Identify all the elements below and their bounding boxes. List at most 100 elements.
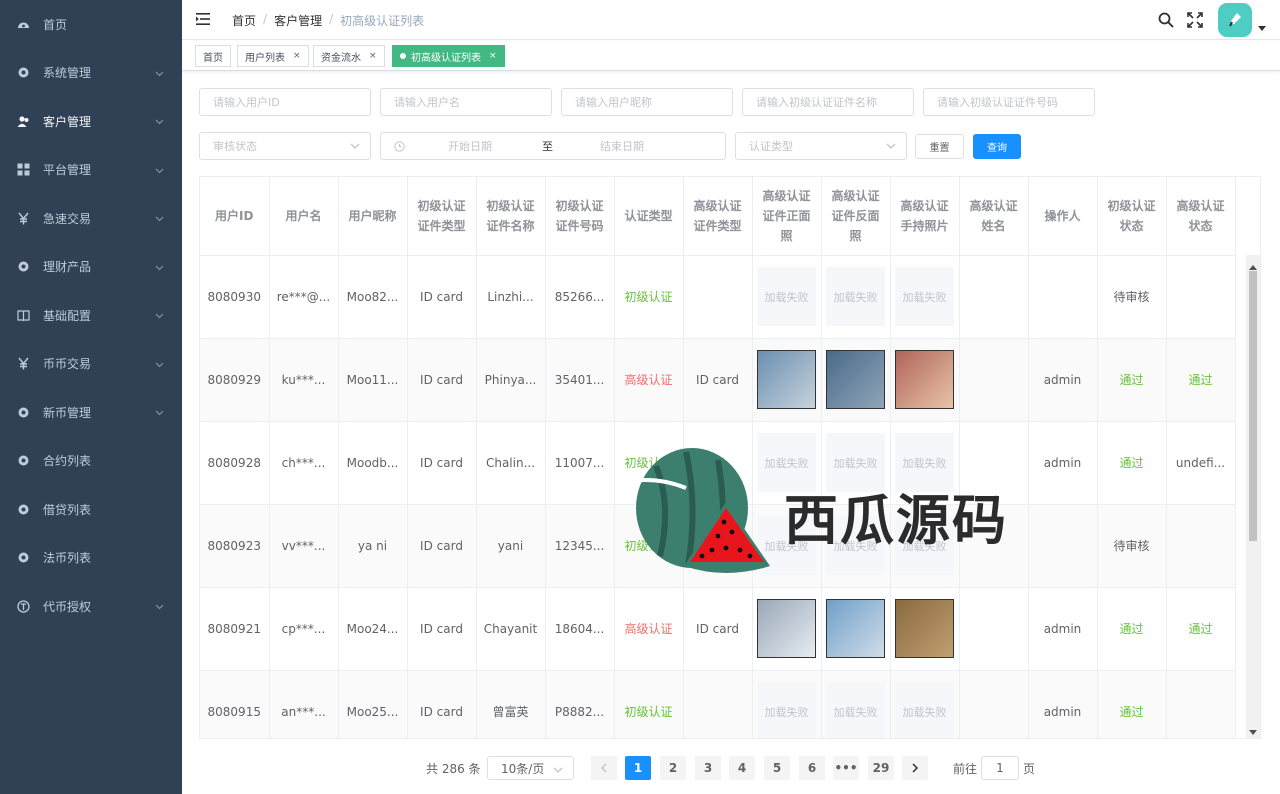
cell-operator (1028, 255, 1098, 339)
id-photo-image[interactable] (757, 350, 816, 409)
placeholder: 请输入初级认证证件名称 (756, 96, 877, 109)
page-button[interactable]: 5 (764, 756, 790, 780)
cell-user-id: 8080929 (200, 338, 270, 422)
id-photo-image[interactable] (895, 350, 954, 409)
date-separator: 至 (542, 140, 553, 153)
sidebar-item[interactable]: 法币列表 (0, 534, 182, 583)
sidebar-item[interactable]: 基础配置 (0, 291, 182, 340)
nickname-input[interactable]: 请输入用户昵称 (561, 88, 733, 116)
image-load-failed: 加载失败 (895, 267, 954, 326)
cell-primary-cert-no: 18604... (545, 587, 615, 671)
sidebar-item[interactable]: 平台管理 (0, 146, 182, 195)
page-button[interactable]: 6 (799, 756, 825, 780)
end-date-input[interactable]: 结束日期 (600, 138, 644, 154)
search-button[interactable]: 查询 (973, 134, 1021, 159)
sidebar-item-label: 法币列表 (43, 551, 92, 566)
prev-page-button[interactable] (591, 756, 617, 780)
cert-type-select[interactable]: 认证类型 (735, 132, 907, 160)
id-photo-image[interactable] (826, 599, 885, 658)
page-button[interactable]: 29 (868, 756, 894, 780)
primary-cert-name-input[interactable]: 请输入初级认证证件名称 (742, 88, 914, 116)
sidebar-item[interactable]: 新币管理 (0, 388, 182, 437)
more-pages-button[interactable]: ••• (833, 756, 859, 780)
cell-nickname: Moodb... (338, 421, 408, 505)
cell-nickname: Moo82... (338, 255, 408, 339)
image-load-failed: 加载失败 (826, 682, 885, 738)
cell-primary-cert-type: ID card (407, 255, 477, 339)
id-photo-image[interactable] (895, 599, 954, 658)
cell-primary-status: 待审核 (1097, 504, 1167, 588)
page-button[interactable]: 3 (695, 756, 721, 780)
sidebar-item[interactable]: 理财产品 (0, 243, 182, 292)
gear-icon (17, 260, 30, 273)
table-row[interactable]: 8080921 cp***... Moo24... ID card Chayanit 18… (200, 587, 1236, 671)
sidebar-item-label: 系统管理 (43, 66, 92, 81)
cell-front-photo: 加载失败 (752, 255, 822, 339)
sidebar-item[interactable]: 客户管理 (0, 97, 182, 146)
date-range-picker[interactable]: 开始日期 至 结束日期 (380, 132, 726, 160)
breadcrumb: 首页 / 客户管理 / 初高级认证列表 (232, 12, 424, 29)
sidebar-item[interactable]: 急速交易 (0, 194, 182, 243)
close-icon[interactable]: × (293, 51, 301, 61)
cell-advanced-name (959, 670, 1029, 738)
avatar[interactable] (1218, 3, 1252, 37)
hamburger-icon[interactable] (196, 13, 210, 28)
vertical-scrollbar[interactable] (1246, 255, 1260, 738)
next-page-button[interactable] (902, 756, 928, 780)
table-row[interactable]: 8080929 ku***... Moo11... ID card Phinya... 3… (200, 338, 1236, 422)
gear-icon (17, 454, 30, 467)
chevron-down-icon (886, 141, 896, 154)
clock-icon (394, 140, 405, 152)
search-icon[interactable] (1156, 10, 1176, 30)
cell-advanced-cert-type: ID card (683, 338, 753, 422)
tag-fund-flow[interactable]: 资金流水 × (313, 45, 385, 67)
page-size-select[interactable]: 10条/页 (487, 756, 574, 780)
breadcrumb-home[interactable]: 首页 (232, 12, 256, 29)
tag-home[interactable]: 首页 (195, 45, 231, 67)
primary-cert-no-input[interactable]: 请输入初级认证证件号码 (923, 88, 1095, 116)
fullscreen-icon[interactable] (1185, 10, 1205, 30)
breadcrumb-customer[interactable]: 客户管理 (274, 12, 322, 29)
page-button[interactable]: 2 (660, 756, 686, 780)
reset-button[interactable]: 重置 (915, 134, 964, 159)
id-photo-image[interactable] (757, 599, 816, 658)
cell-primary-status: 通过 (1097, 421, 1167, 505)
sidebar-item[interactable]: 合约列表 (0, 437, 182, 486)
sidebar-item-label: 平台管理 (43, 163, 92, 178)
gear-icon (17, 503, 30, 516)
sidebar-item[interactable]: 首页 (0, 0, 182, 49)
tag-user-list[interactable]: 用户列表 × (237, 45, 309, 67)
table-row[interactable]: 8080930 re***@... Moo82... ID card Linzhi...… (200, 255, 1236, 339)
goto-page-input[interactable]: 1 (981, 756, 1019, 780)
column-header: 初级认证证件名称 (476, 177, 546, 256)
cell-advanced-cert-type (683, 670, 753, 738)
username-input[interactable]: 请输入用户名 (380, 88, 552, 116)
cell-auth-type: 初级认证 (614, 255, 684, 339)
page-button[interactable]: 1 (625, 756, 651, 780)
scrollbar-thumb[interactable] (1249, 271, 1257, 541)
placeholder: 认证类型 (749, 140, 793, 153)
navbar-right (1156, 3, 1266, 37)
scroll-down-icon[interactable] (1249, 724, 1257, 738)
sidebar-item[interactable]: 系统管理 (0, 49, 182, 98)
gear-icon (17, 66, 30, 79)
user-id-input[interactable]: 请输入用户ID (199, 88, 371, 116)
page-button[interactable]: 4 (729, 756, 755, 780)
sidebar-item[interactable]: 代币授权 (0, 582, 182, 631)
close-icon[interactable]: × (489, 51, 497, 61)
review-status-select[interactable]: 审核状态 (199, 132, 371, 160)
sidebar-item[interactable]: 借贷列表 (0, 485, 182, 534)
chevron-down-icon (155, 357, 164, 371)
table-row[interactable]: 8080915 an***... Moo25... ID card 曾富英 P8882..… (200, 670, 1236, 738)
close-icon[interactable]: × (369, 51, 377, 61)
caret-down-icon[interactable] (1258, 21, 1266, 35)
start-date-input[interactable]: 开始日期 (448, 138, 492, 154)
tag-cert-list[interactable]: 初高级认证列表 × (392, 45, 505, 67)
placeholder: 请输入用户名 (394, 96, 460, 109)
cell-primary-cert-type: ID card (407, 504, 477, 588)
sidebar-item-label: 基础配置 (43, 308, 92, 323)
id-photo-image[interactable] (826, 350, 885, 409)
cell-primary-cert-name: Linzhi... (476, 255, 546, 339)
column-header: 高级认证姓名 (959, 177, 1029, 256)
sidebar-item[interactable]: 币币交易 (0, 340, 182, 389)
